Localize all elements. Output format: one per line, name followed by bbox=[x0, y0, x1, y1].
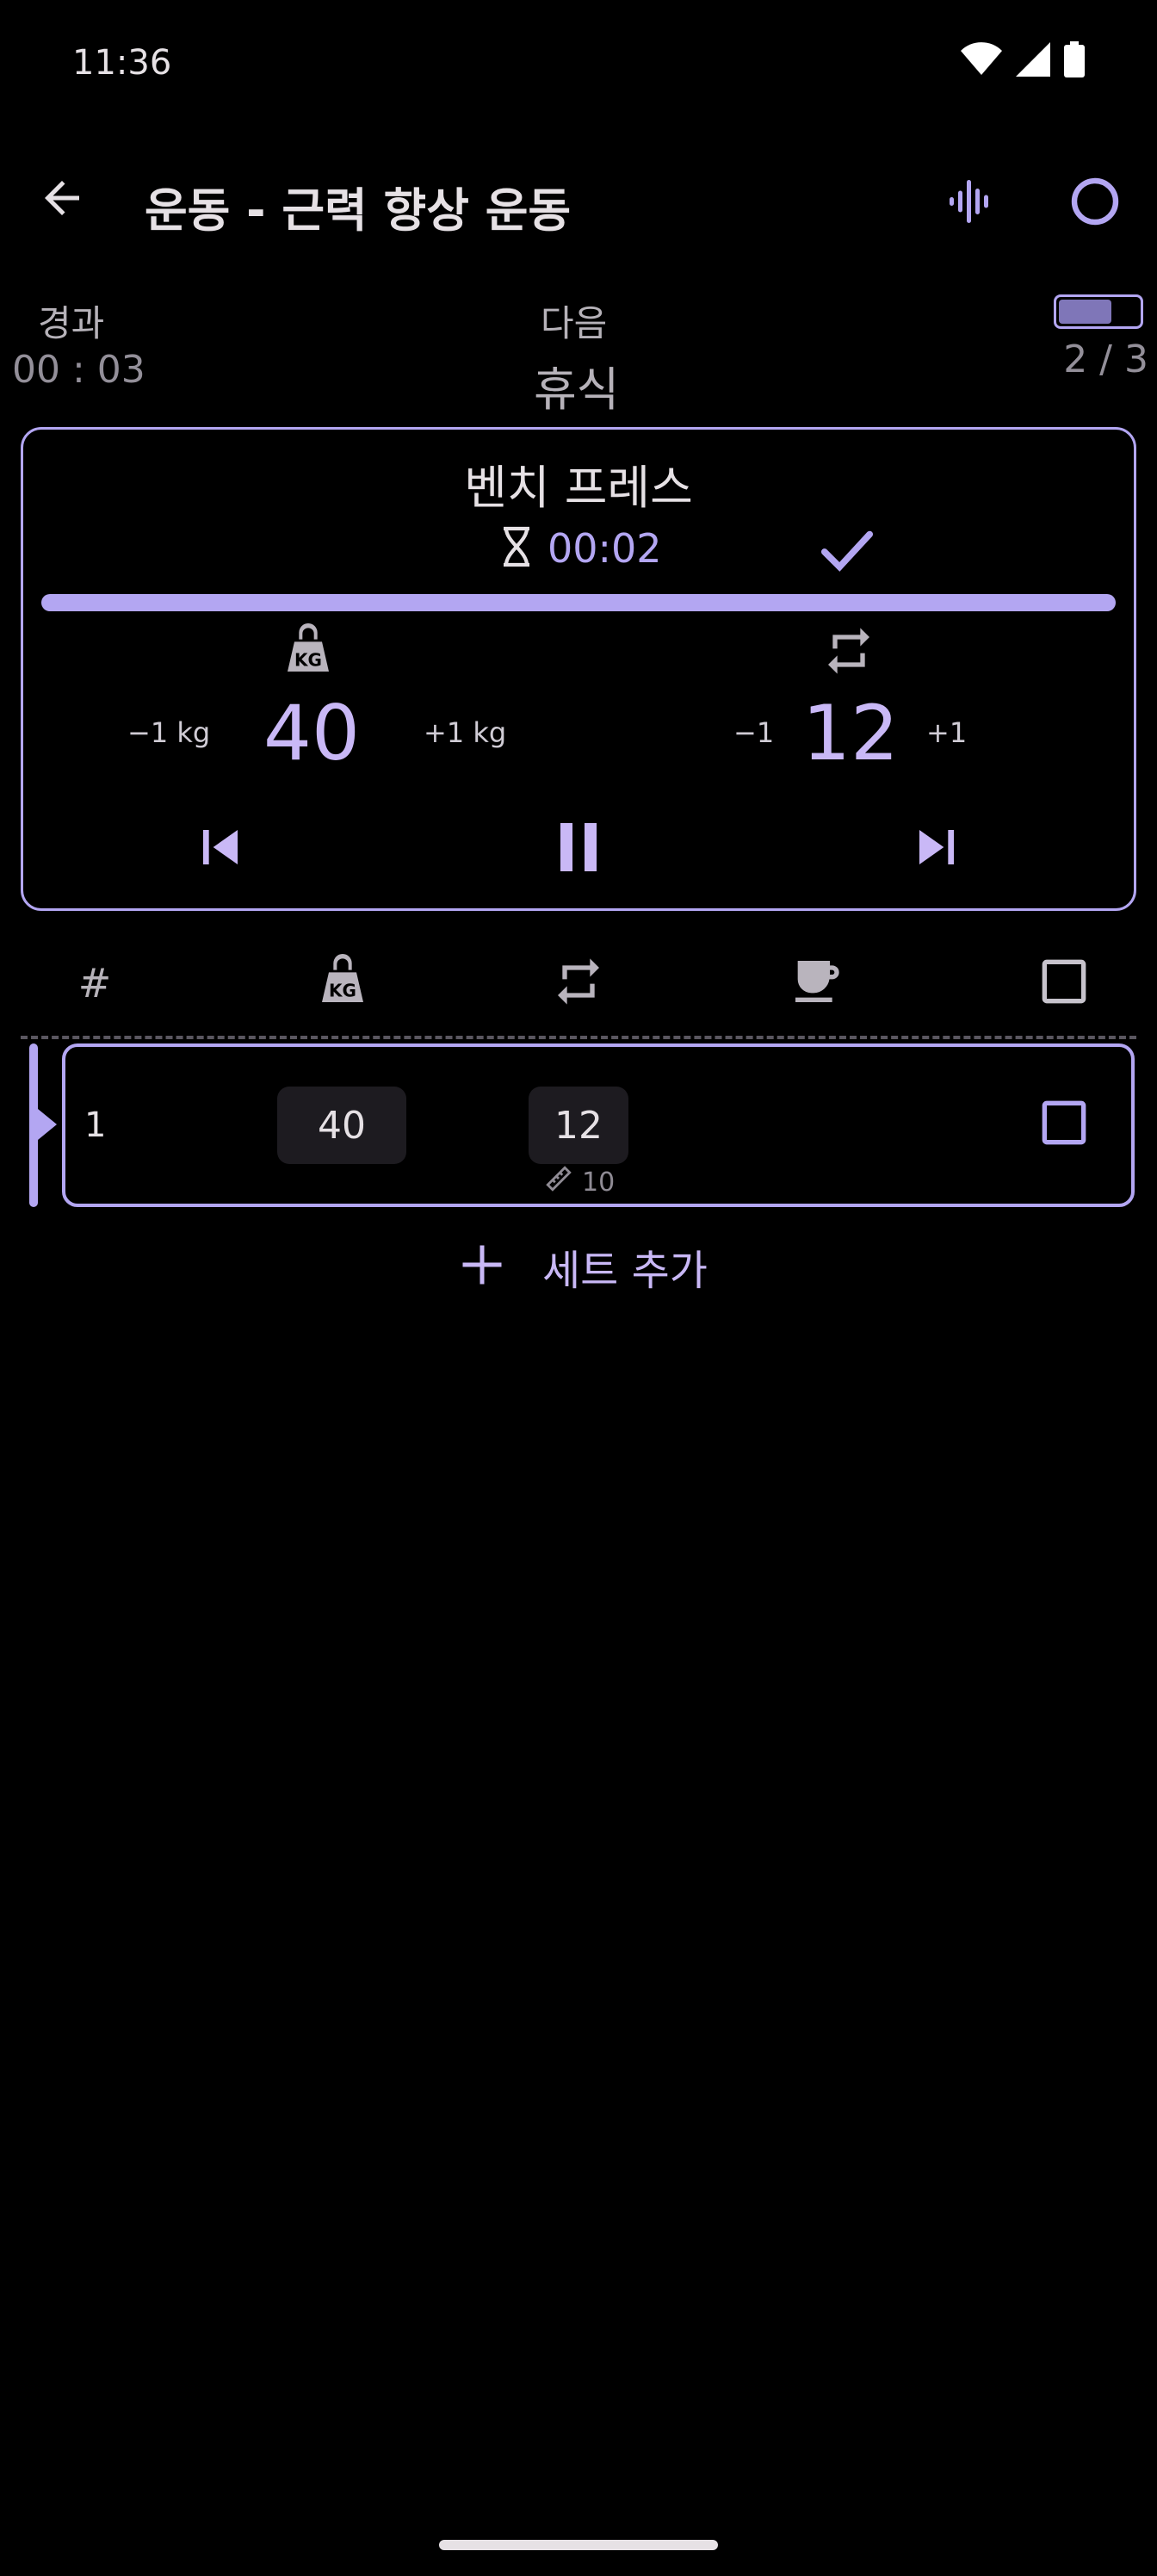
record-button[interactable] bbox=[1061, 169, 1129, 238]
checkbox-outline-icon bbox=[1036, 954, 1092, 1012]
coffee-cup-icon bbox=[789, 954, 844, 1012]
hourglass-icon bbox=[501, 526, 532, 571]
next-button[interactable] bbox=[885, 806, 988, 892]
complete-set-button[interactable] bbox=[813, 517, 882, 585]
svg-text:KG: KG bbox=[294, 649, 322, 670]
set-reps-field[interactable]: 12 bbox=[529, 1087, 628, 1164]
kettlebell-kg-icon: KG bbox=[281, 623, 336, 678]
signal-icon bbox=[1016, 42, 1050, 80]
header-select-all-checkbox[interactable] bbox=[1030, 951, 1098, 1016]
pause-icon bbox=[542, 811, 615, 887]
increase-weight-button[interactable]: +1 kg bbox=[424, 716, 506, 749]
circle-icon bbox=[1067, 174, 1123, 232]
status-icons bbox=[961, 41, 1085, 81]
decrease-weight-button[interactable]: −1 kg bbox=[127, 716, 210, 749]
repeat-icon bbox=[551, 954, 606, 1012]
status-time: 11:36 bbox=[72, 43, 172, 83]
previous-button[interactable] bbox=[169, 806, 272, 892]
workout-progress-bar bbox=[1054, 294, 1143, 329]
svg-text:KG: KG bbox=[329, 980, 356, 1000]
workout-progress-fill bbox=[1059, 300, 1111, 324]
plus-icon bbox=[456, 1239, 508, 1294]
elapsed-value: 00 : 03 bbox=[12, 348, 145, 392]
checkbox-outline-icon bbox=[1036, 1095, 1092, 1154]
header-rest bbox=[782, 951, 851, 1016]
back-arrow-icon bbox=[36, 172, 88, 227]
pause-button[interactable] bbox=[527, 806, 630, 892]
add-set-button[interactable]: 세트 추가 bbox=[456, 1236, 708, 1297]
skip-next-icon bbox=[902, 813, 971, 885]
battery-icon bbox=[1064, 41, 1085, 81]
next-value: 휴식 bbox=[534, 362, 620, 417]
header-weight: KG bbox=[308, 951, 377, 1016]
add-set-label: 세트 추가 bbox=[542, 1247, 708, 1295]
kettlebell-kg-icon: KG bbox=[315, 954, 370, 1012]
check-icon bbox=[817, 519, 877, 583]
set-weight-field[interactable]: 40 bbox=[277, 1087, 406, 1164]
previous-reps: 10 bbox=[544, 1164, 615, 1200]
header-index: # bbox=[77, 960, 112, 1006]
set-progress-bar bbox=[41, 594, 1116, 611]
elapsed-label: 경과 bbox=[38, 302, 105, 344]
header-divider bbox=[21, 1036, 1136, 1039]
increase-reps-button[interactable]: +1 bbox=[926, 716, 967, 749]
page-title: 운동 - 근력 향상 운동 bbox=[145, 183, 572, 238]
decrease-reps-button[interactable]: −1 bbox=[733, 716, 774, 749]
workout-progress-text: 2 / 3 bbox=[1063, 337, 1148, 381]
reps-value: 12 bbox=[802, 689, 899, 777]
skip-previous-icon bbox=[186, 813, 255, 885]
wifi-icon bbox=[961, 42, 1002, 80]
voice-button[interactable] bbox=[937, 169, 1005, 238]
exercise-name: 벤치 프레스 bbox=[464, 461, 693, 515]
header-reps bbox=[544, 951, 613, 1016]
next-label: 다음 bbox=[541, 302, 608, 344]
set-checkbox[interactable] bbox=[1030, 1090, 1098, 1159]
timer-text: 00:02 bbox=[548, 525, 662, 572]
set-timer: 00:02 bbox=[501, 525, 662, 572]
waveform-icon bbox=[945, 176, 997, 231]
current-set-pointer bbox=[38, 1109, 57, 1140]
repeat-icon bbox=[821, 623, 876, 678]
home-indicator[interactable] bbox=[439, 2540, 718, 2550]
weight-value: 40 bbox=[263, 689, 360, 777]
set-index: 1 bbox=[84, 1105, 107, 1145]
current-set-indicator bbox=[29, 1043, 38, 1207]
back-button[interactable] bbox=[31, 169, 93, 231]
ruler-icon bbox=[544, 1164, 573, 1200]
previous-reps-value: 10 bbox=[582, 1167, 616, 1198]
